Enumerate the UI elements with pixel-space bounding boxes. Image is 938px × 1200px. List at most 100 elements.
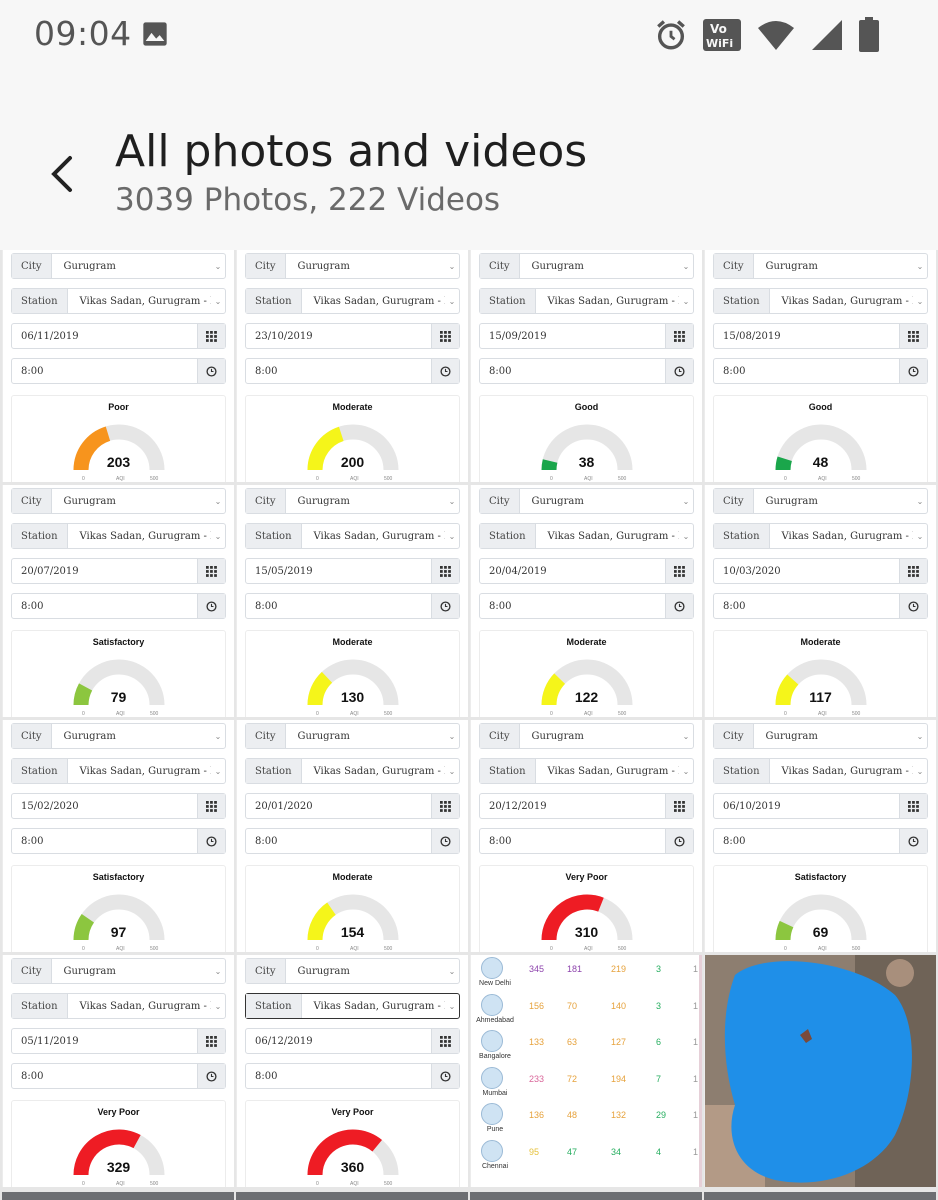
time-input: 8:00 (11, 358, 226, 384)
aqi-unit: AQI (584, 711, 593, 717)
rank-value: 3 (656, 964, 662, 974)
date-value: 20/04/2019 (489, 565, 547, 577)
page-title: All photos and videos (115, 126, 588, 177)
aqi-max: 500 (852, 711, 861, 717)
aqi-value: 360 (340, 1159, 365, 1175)
city-select: City Gurugram ⌄ (245, 723, 460, 749)
wifi-icon (758, 21, 794, 50)
station-value: Vikas Sadan, Gurugram - HSPCB (547, 530, 679, 542)
chevron-down-icon: ⌄ (682, 296, 690, 306)
station-select: Station Vikas Sadan, Gurugram - HSPCB ⌄ (713, 523, 928, 549)
aqi-screenshot-tile[interactable]: City Gurugram ⌄ Station Vikas Sadan, Gur… (2, 250, 234, 482)
station-value: Vikas Sadan, Gurugram - HSPCB (79, 1000, 211, 1012)
time-input: 8:00 (245, 593, 460, 619)
list-item: Chennai 95 47 34 4 1 (471, 1139, 699, 1176)
chevron-down-icon: ⌄ (214, 496, 222, 506)
time-input: 8:00 (245, 358, 460, 384)
date-input: 06/12/2019 (245, 1028, 460, 1054)
chevron-down-icon: ⌄ (214, 261, 222, 271)
time-input: 8:00 (245, 1063, 460, 1089)
clock-button (899, 359, 927, 383)
aqi-min: 0 (82, 1181, 85, 1187)
aqi-gauge-card: Very Poor 310 0 AQI 500 (479, 865, 694, 952)
aqi-screenshot-tile[interactable]: City Gurugram ⌄ Station Vikas Sadan, Gur… (236, 720, 468, 952)
aqi-screenshot-tile[interactable]: City Gurugram ⌄ Station Vikas Sadan, Gur… (470, 250, 702, 482)
city-label: City (246, 959, 286, 983)
time-value: 8:00 (723, 365, 746, 377)
time-value: 8:00 (255, 600, 278, 612)
station-label: Station (246, 289, 302, 313)
photo-thumbnail-partial[interactable] (470, 1192, 702, 1200)
city-landmark-icon (481, 993, 503, 1016)
city-select: City Gurugram ⌄ (479, 488, 694, 514)
clock-icon (206, 365, 217, 377)
city-landmark-icon (481, 1103, 503, 1125)
photo-thumbnail[interactable] (704, 955, 936, 1187)
aqi-unit: AQI (350, 711, 359, 717)
photo-thumbnail-partial[interactable] (704, 1192, 936, 1200)
aqi-screenshot-tile[interactable]: City Gurugram ⌄ Station Vikas Sadan, Gur… (470, 720, 702, 952)
aqi-screenshot-tile[interactable]: City Gurugram ⌄ Station Vikas Sadan, Gur… (704, 485, 936, 717)
date-value: 15/09/2019 (489, 330, 547, 342)
station-label: Station (246, 994, 302, 1018)
city-value: Gurugram (297, 260, 350, 272)
aqi-gauge-card: Moderate 154 0 AQI 500 (245, 865, 460, 952)
station-value: Vikas Sadan, Gurugram - HSPCB (313, 1000, 445, 1012)
clock-button (431, 594, 459, 618)
city-select: City Gurugram ⌄ (479, 253, 694, 279)
station-value: Vikas Sadan, Gurugram - HSPCB (313, 765, 445, 777)
station-select: Station Vikas Sadan, Gurugram - HSPCB ⌄ (245, 758, 460, 784)
aqi-screenshot-tile[interactable]: City Gurugram ⌄ Station Vikas Sadan, Gur… (470, 485, 702, 717)
time-value: 8:00 (21, 835, 44, 847)
aqi-screenshot-tile[interactable]: City Gurugram ⌄ Station Vikas Sadan, Gur… (704, 720, 936, 952)
station-select: Station Vikas Sadan, Gurugram - HSPCB ⌄ (245, 523, 460, 549)
aqi-screenshot-tile[interactable]: City Gurugram ⌄ Station Vikas Sadan, Gur… (704, 250, 936, 482)
clock-button (431, 1064, 459, 1088)
back-button[interactable] (40, 150, 88, 198)
aqi-value: 69 (812, 924, 829, 940)
aqi-value: 117 (809, 689, 832, 705)
date-value: 23/10/2019 (255, 330, 313, 342)
photo-thumbnail-partial[interactable] (2, 1192, 234, 1200)
city-label: City (12, 959, 52, 983)
time-value: 8:00 (255, 1070, 278, 1082)
calendar-button (197, 324, 225, 348)
city-select: City Gurugram ⌄ (245, 958, 460, 984)
rank-value: 140 (611, 1000, 627, 1011)
aqi-unit: AQI (350, 1181, 359, 1187)
aqi-gauge-card: Very Poor 360 0 AQI 500 (245, 1100, 460, 1187)
chevron-down-icon: ⌄ (448, 766, 456, 776)
city-select: City Gurugram ⌄ (713, 253, 928, 279)
city-name: Ahmedabad (476, 1016, 514, 1024)
rank-value: 95 (529, 1146, 540, 1157)
date-input: 15/05/2019 (245, 558, 460, 584)
aqi-screenshot-tile[interactable]: City Gurugram ⌄ Station Vikas Sadan, Gur… (2, 955, 234, 1187)
rank-value: 7 (656, 1073, 662, 1084)
calendar-icon (908, 800, 919, 812)
clock-button (197, 829, 225, 853)
aqi-gauge-card: Moderate 117 0 AQI 500 (713, 630, 928, 717)
aqi-min: 0 (784, 476, 787, 482)
station-value: Vikas Sadan, Gurugram - HSPCB (313, 530, 445, 542)
clock-icon (206, 835, 217, 847)
aqi-screenshot-tile[interactable]: City Gurugram ⌄ Station Vikas Sadan, Gur… (2, 485, 234, 717)
calendar-button (431, 324, 459, 348)
clock-icon (440, 1070, 451, 1082)
aqi-screenshot-tile[interactable]: City Gurugram ⌄ Station Vikas Sadan, Gur… (236, 250, 468, 482)
calendar-button (899, 324, 927, 348)
photo-thumbnail-partial[interactable] (236, 1192, 468, 1200)
list-item: Bangalore 133 63 127 6 1 (471, 1030, 699, 1066)
aqi-min: 0 (784, 946, 787, 952)
time-value: 8:00 (723, 600, 746, 612)
aqi-min: 0 (550, 711, 553, 717)
aqi-screenshot-tile[interactable]: City Gurugram ⌄ Station Vikas Sadan, Gur… (2, 720, 234, 952)
aqi-screenshot-tile[interactable]: City Gurugram ⌄ Station Vikas Sadan, Gur… (236, 955, 468, 1187)
city-name: New Delhi (479, 980, 511, 987)
chevron-down-icon: ⌄ (682, 261, 690, 271)
chevron-down-icon: ⌄ (916, 766, 924, 776)
city-ranking-tile[interactable]: New Delhi 345 181 219 3 1 Ahmedabad 156 70 140 3 1… (470, 955, 702, 1187)
city-name: Pune (486, 1126, 504, 1133)
aqi-min: 0 (82, 946, 85, 952)
aqi-unit: AQI (818, 476, 827, 482)
aqi-screenshot-tile[interactable]: City Gurugram ⌄ Station Vikas Sadan, Gur… (236, 485, 468, 717)
